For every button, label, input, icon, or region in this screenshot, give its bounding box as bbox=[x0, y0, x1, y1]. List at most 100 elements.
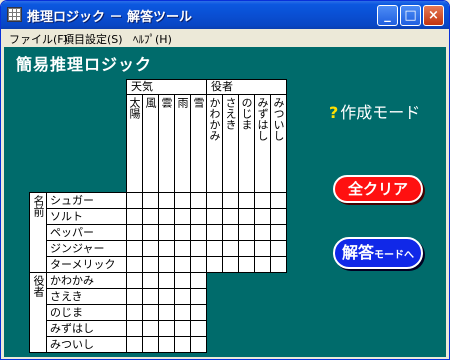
answer-cell[interactable] bbox=[158, 320, 175, 337]
answer-cell[interactable] bbox=[270, 256, 287, 273]
answer-cell[interactable] bbox=[206, 208, 223, 225]
close-button[interactable]: × bbox=[423, 5, 444, 26]
col-item-label: 雨 bbox=[174, 94, 191, 193]
answer-cell[interactable] bbox=[142, 256, 159, 273]
maximize-button[interactable]: □ bbox=[400, 5, 421, 26]
answer-cell[interactable] bbox=[254, 208, 271, 225]
answer-cell[interactable] bbox=[174, 304, 191, 321]
answer-cell[interactable] bbox=[174, 208, 191, 225]
row-item-label: のじま bbox=[46, 304, 127, 321]
answer-cell[interactable] bbox=[254, 192, 271, 209]
answer-cell[interactable] bbox=[222, 240, 239, 257]
answer-cell[interactable] bbox=[174, 336, 191, 353]
answer-cell[interactable] bbox=[238, 256, 255, 273]
answer-cell[interactable] bbox=[158, 192, 175, 209]
answer-cell[interactable] bbox=[142, 224, 159, 241]
row-item-label: さえき bbox=[46, 288, 127, 305]
answer-cell[interactable] bbox=[238, 240, 255, 257]
window-title: 推理ロジック － 解答ツール bbox=[27, 10, 193, 25]
answer-cell[interactable] bbox=[270, 240, 287, 257]
answer-cell[interactable] bbox=[126, 336, 143, 353]
answer-cell[interactable] bbox=[142, 192, 159, 209]
answer-cell[interactable] bbox=[142, 288, 159, 305]
answer-cell[interactable] bbox=[238, 208, 255, 225]
answer-cell[interactable] bbox=[190, 208, 207, 225]
row-group-header: 名前 bbox=[29, 192, 47, 273]
answer-cell[interactable] bbox=[126, 272, 143, 289]
answer-cell[interactable] bbox=[254, 224, 271, 241]
answer-cell[interactable] bbox=[126, 304, 143, 321]
answer-cell[interactable] bbox=[254, 256, 271, 273]
answer-cell[interactable] bbox=[158, 272, 175, 289]
menu-bar: ファイル(F) 項目設定(S) ﾍﾙﾌﾟ(H) bbox=[1, 29, 449, 47]
answer-cell[interactable] bbox=[158, 336, 175, 353]
answer-cell[interactable] bbox=[174, 192, 191, 209]
answer-cell[interactable] bbox=[222, 208, 239, 225]
answer-cell[interactable] bbox=[190, 192, 207, 209]
answer-cell[interactable] bbox=[126, 224, 143, 241]
answer-cell[interactable] bbox=[206, 224, 223, 241]
answer-cell[interactable] bbox=[142, 240, 159, 257]
answer-cell[interactable] bbox=[206, 256, 223, 273]
menu-help[interactable]: ﾍﾙﾌﾟ(H) bbox=[133, 31, 172, 47]
answer-cell[interactable] bbox=[190, 304, 207, 321]
row-item-label: みついし bbox=[46, 336, 127, 353]
answer-cell[interactable] bbox=[270, 192, 287, 209]
answer-cell[interactable] bbox=[190, 288, 207, 305]
answer-cell[interactable] bbox=[158, 208, 175, 225]
row-item-label: ジンジャー bbox=[46, 240, 127, 257]
mode-indicator: ? 作成モード bbox=[329, 99, 420, 123]
answer-cell[interactable] bbox=[190, 272, 207, 289]
answer-cell[interactable] bbox=[190, 224, 207, 241]
answer-cell[interactable] bbox=[174, 272, 191, 289]
answer-cell[interactable] bbox=[238, 224, 255, 241]
answer-cell[interactable] bbox=[174, 320, 191, 337]
answer-mode-sublabel: モードへ bbox=[374, 250, 414, 261]
answer-cell[interactable] bbox=[174, 240, 191, 257]
answer-cell[interactable] bbox=[174, 256, 191, 273]
answer-cell[interactable] bbox=[238, 192, 255, 209]
answer-cell[interactable] bbox=[158, 224, 175, 241]
page-title: 簡易推理ロジック bbox=[16, 55, 153, 74]
answer-cell[interactable] bbox=[126, 288, 143, 305]
answer-cell[interactable] bbox=[270, 208, 287, 225]
answer-cell[interactable] bbox=[222, 192, 239, 209]
answer-cell[interactable] bbox=[222, 256, 239, 273]
answer-cell[interactable] bbox=[158, 304, 175, 321]
answer-cell[interactable] bbox=[142, 304, 159, 321]
answer-cell[interactable] bbox=[206, 240, 223, 257]
answer-cell[interactable] bbox=[270, 224, 287, 241]
clear-all-button[interactable]: 全クリア bbox=[333, 175, 423, 203]
menu-file[interactable]: ファイル(F) bbox=[9, 31, 68, 47]
col-item-label: 雲 bbox=[158, 94, 175, 193]
answer-cell[interactable] bbox=[142, 272, 159, 289]
answer-cell[interactable] bbox=[158, 256, 175, 273]
minimize-button[interactable]: _ bbox=[377, 5, 398, 26]
answer-cell[interactable] bbox=[158, 288, 175, 305]
answer-cell[interactable] bbox=[142, 336, 159, 353]
answer-cell[interactable] bbox=[158, 240, 175, 257]
row-group-header: 役者 bbox=[29, 272, 47, 353]
answer-cell[interactable] bbox=[142, 208, 159, 225]
answer-cell[interactable] bbox=[126, 256, 143, 273]
answer-cell[interactable] bbox=[190, 256, 207, 273]
question-icon: ? bbox=[329, 103, 339, 122]
menu-item-settings[interactable]: 項目設定(S) bbox=[63, 31, 123, 47]
answer-cell[interactable] bbox=[126, 208, 143, 225]
row-item-label: シュガー bbox=[46, 192, 127, 209]
answer-cell[interactable] bbox=[222, 224, 239, 241]
answer-cell[interactable] bbox=[174, 224, 191, 241]
answer-cell[interactable] bbox=[190, 320, 207, 337]
answer-cell[interactable] bbox=[190, 240, 207, 257]
answer-cell[interactable] bbox=[254, 240, 271, 257]
answer-cell[interactable] bbox=[206, 192, 223, 209]
answer-cell[interactable] bbox=[174, 288, 191, 305]
answer-cell[interactable] bbox=[190, 336, 207, 353]
answer-mode-button[interactable]: 解答モードへ bbox=[333, 237, 423, 269]
answer-cell[interactable] bbox=[126, 240, 143, 257]
answer-cell[interactable] bbox=[142, 320, 159, 337]
answer-cell[interactable] bbox=[126, 320, 143, 337]
title-bar[interactable]: 推理ロジック － 解答ツール _ □ × bbox=[1, 1, 449, 29]
main-panel: 簡易推理ロジック 天気 太陽風雲雨雪役者 かわかみ さえき のじま みずはし みついし 名前シ… bbox=[4, 47, 446, 357]
answer-cell[interactable] bbox=[126, 192, 143, 209]
